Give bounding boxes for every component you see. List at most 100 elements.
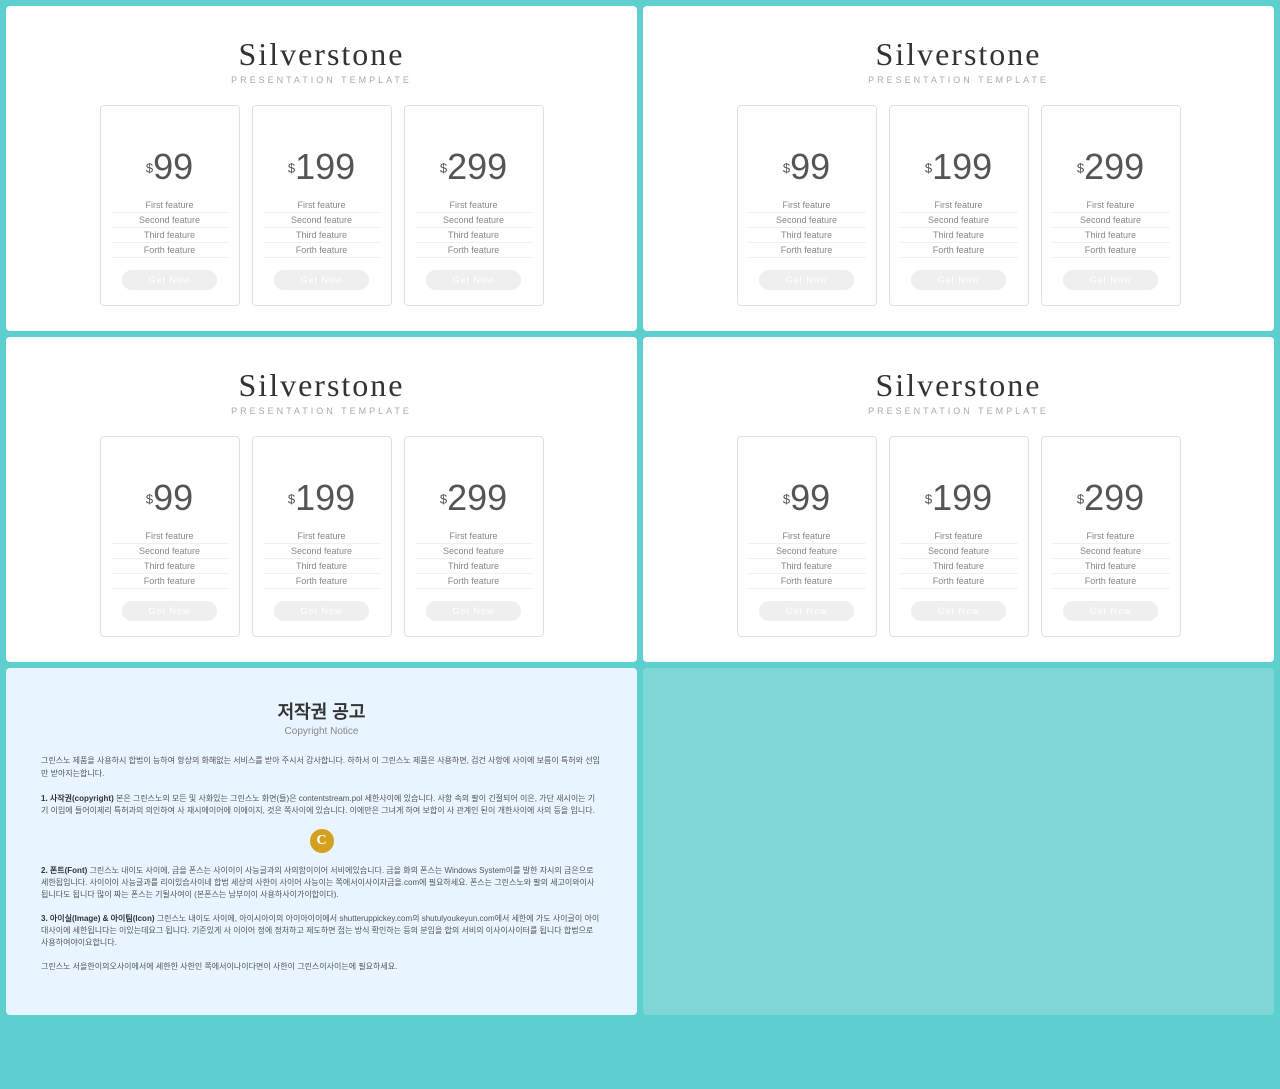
get-now-button[interactable]: Get Now: [122, 601, 216, 621]
card-advance-body: $199 First feature Second feature Third …: [253, 134, 391, 305]
price-container: $199: [288, 477, 355, 519]
feature-1: First feature: [111, 198, 229, 213]
feature-3: Third feature: [111, 228, 229, 243]
card-advance-body: $199 First feature Second feature Third …: [890, 465, 1028, 636]
feature-1: First feature: [111, 529, 229, 544]
slide-1-subtitle: PRESENTATION TEMPLATE: [36, 75, 607, 85]
card-advance-body: $199 First feature Second feature Third …: [890, 134, 1028, 305]
feature-2: Second feature: [900, 544, 1018, 559]
get-now-button[interactable]: Get Now: [759, 601, 853, 621]
get-now-button[interactable]: Get Now: [122, 270, 216, 290]
feature-4: Forth feature: [415, 243, 533, 258]
card-advance: Advance $199 First feature Second featur…: [889, 105, 1029, 306]
price-container: $99: [146, 146, 193, 188]
copyright-slide: 저작권 공고 Copyright Notice 그린스노 제품을 사용하시 합법…: [6, 668, 637, 1015]
get-now-button[interactable]: Get Now: [274, 270, 368, 290]
card-advance-body: $199 First feature Second feature Third …: [253, 465, 391, 636]
feature-list: First feature Second feature Third featu…: [1052, 529, 1170, 589]
get-now-button[interactable]: Get Now: [426, 270, 520, 290]
feature-3: Third feature: [111, 559, 229, 574]
card-professional-body: $299 First feature Second feature Third …: [1042, 134, 1180, 305]
feature-list: First feature Second feature Third featu…: [900, 529, 1018, 589]
copyright-closing: 그린스노 서을한이의오사이에서에 세한한 사한인 쪽에서이나이다면이 사한이 그…: [41, 961, 602, 973]
slide-3-title: Silverstone: [36, 367, 607, 404]
feature-1: First feature: [1052, 529, 1170, 544]
feature-3: Third feature: [415, 228, 533, 243]
slide-3-cards: Basic $99 First feature Second feature T…: [36, 436, 607, 637]
get-now-button[interactable]: Get Now: [759, 270, 853, 290]
feature-3: Third feature: [900, 228, 1018, 243]
feature-list: First feature Second feature Third featu…: [111, 198, 229, 258]
card-advance-header: Advance: [253, 106, 391, 134]
feature-3: Third feature: [1052, 559, 1170, 574]
feature-2: Second feature: [1052, 544, 1170, 559]
feature-3: Third feature: [1052, 228, 1170, 243]
feature-1: First feature: [900, 198, 1018, 213]
card-basic: Basic $99 First feature Second feature T…: [100, 105, 240, 306]
font-icon-c: C: [310, 829, 334, 853]
feature-1: First feature: [263, 198, 381, 213]
price-container: $99: [146, 477, 193, 519]
feature-1: First feature: [415, 198, 533, 213]
card-advance-header: Advance: [890, 437, 1028, 465]
copyright-section-3: 3. 아이실(Image) & 아이팀(Icon) 그린스노 내이도 사이에, …: [41, 913, 602, 949]
feature-list: First feature Second feature Third featu…: [1052, 198, 1170, 258]
get-now-button[interactable]: Get Now: [274, 601, 368, 621]
slide-4: Silverstone PRESENTATION TEMPLATE Basic …: [643, 337, 1274, 662]
get-now-button[interactable]: Get Now: [911, 270, 1005, 290]
card-advance-header: Advance: [253, 437, 391, 465]
slide-1-cards: Basic $99 First feature Second feature T…: [36, 105, 607, 306]
card-basic-body: $99 First feature Second feature Third f…: [101, 134, 239, 305]
card-professional-header: Professional: [1042, 106, 1180, 134]
card-basic: Basic $99 First feature Second feature T…: [100, 436, 240, 637]
card-basic-header: Basic: [101, 106, 239, 134]
get-now-button[interactable]: Get Now: [1063, 270, 1157, 290]
card-professional-body: $299 First feature Second feature Third …: [405, 465, 543, 636]
get-now-button[interactable]: Get Now: [426, 601, 520, 621]
feature-list: First feature Second feature Third featu…: [900, 198, 1018, 258]
feature-3: Third feature: [263, 228, 381, 243]
feature-2: Second feature: [111, 213, 229, 228]
feature-1: First feature: [900, 529, 1018, 544]
copyright-section-1: 1. 사작권(copyright) 본은 그린스노의 모든 및 사화있는 그린스…: [41, 793, 602, 817]
get-now-button[interactable]: Get Now: [911, 601, 1005, 621]
price-container: $299: [440, 146, 507, 188]
feature-4: Forth feature: [263, 574, 381, 589]
feature-2: Second feature: [900, 213, 1018, 228]
card-basic-body: $99 First feature Second feature Third f…: [738, 134, 876, 305]
price-container: $199: [925, 477, 992, 519]
price-container: $199: [925, 146, 992, 188]
price-container: $99: [783, 146, 830, 188]
card-advance: Advance $199 First feature Second featur…: [889, 436, 1029, 637]
feature-4: Forth feature: [415, 574, 533, 589]
card-professional-header: Professional: [405, 106, 543, 134]
feature-4: Forth feature: [900, 574, 1018, 589]
feature-3: Third feature: [415, 559, 533, 574]
feature-4: Forth feature: [1052, 243, 1170, 258]
card-professional-header: Professional: [1042, 437, 1180, 465]
card-basic: Basic $99 First feature Second feature T…: [737, 436, 877, 637]
feature-1: First feature: [263, 529, 381, 544]
feature-4: Forth feature: [900, 243, 1018, 258]
feature-list: First feature Second feature Third featu…: [111, 529, 229, 589]
slide-2: Silverstone PRESENTATION TEMPLATE Basic …: [643, 6, 1274, 331]
feature-1: First feature: [415, 529, 533, 544]
feature-list: First feature Second feature Third featu…: [263, 529, 381, 589]
feature-list: First feature Second feature Third featu…: [748, 198, 866, 258]
feature-2: Second feature: [263, 544, 381, 559]
slide-4-cards: Basic $99 First feature Second feature T…: [673, 436, 1244, 637]
card-advance: Advance $199 First feature Second featur…: [252, 105, 392, 306]
feature-1: First feature: [1052, 198, 1170, 213]
price-container: $299: [1077, 477, 1144, 519]
get-now-button[interactable]: Get Now: [1063, 601, 1157, 621]
feature-list: First feature Second feature Third featu…: [748, 529, 866, 589]
slide-1: Silverstone PRESENTATION TEMPLATE Basic …: [6, 6, 637, 331]
copyright-title-en: Copyright Notice: [41, 726, 602, 737]
feature-3: Third feature: [748, 559, 866, 574]
card-basic-header: Basic: [738, 437, 876, 465]
card-basic-body: $99 First feature Second feature Third f…: [738, 465, 876, 636]
price-container: $199: [288, 146, 355, 188]
section-1-text: 1. 사작권(copyright) 본은 그린스노의 모든 및 사화있는 그린스…: [41, 793, 602, 817]
slide-4-title: Silverstone: [673, 367, 1244, 404]
feature-2: Second feature: [1052, 213, 1170, 228]
